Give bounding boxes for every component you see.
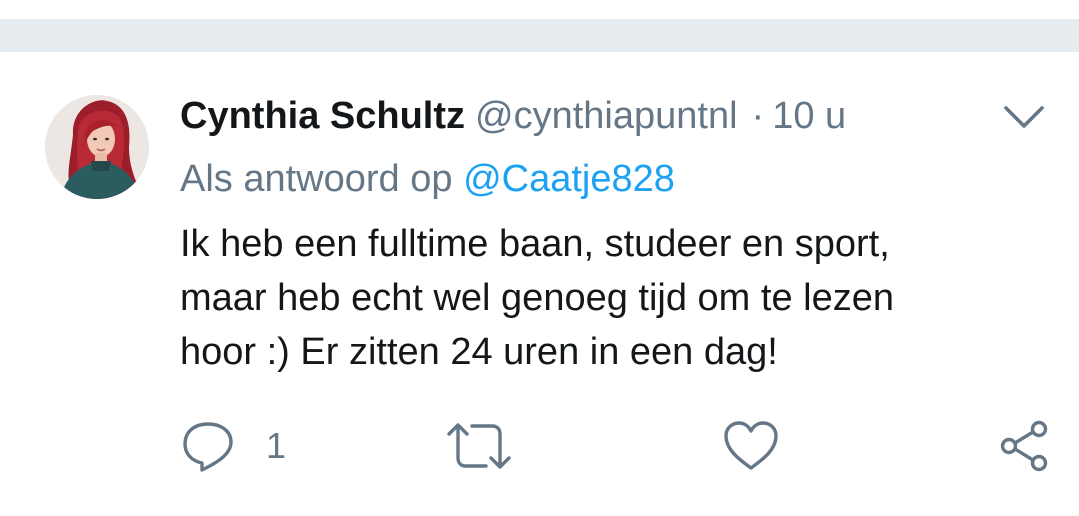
tweet-header: Cynthia Schultz @cynthiapuntnl · 10 u [180, 93, 846, 139]
reply-context: Als antwoord op @Caatje828 [180, 156, 675, 202]
header-separator: · [751, 95, 765, 137]
tweet-text-line: maar heb echt wel genoeg tijd om te leze… [180, 277, 894, 319]
timeline-separator [0, 19, 1079, 52]
tweet-page: Cynthia Schultz @cynthiapuntnl · 10 u Als a… [0, 0, 1079, 516]
display-name[interactable]: Cynthia Schultz [180, 95, 465, 137]
reply-button[interactable]: 1 [180, 418, 286, 474]
tweet-text-line: hoor :) Er zitten 24 uren in een dag! [180, 331, 778, 373]
avatar-image [45, 95, 149, 199]
reply-icon [183, 422, 233, 472]
tweet-text: Ik heb een fulltime baan, studeer en spo… [180, 217, 1000, 379]
tweet-text-line: Ik heb een fulltime baan, studeer en spo… [180, 223, 890, 265]
like-button[interactable] [722, 418, 780, 474]
chevron-down-icon [1004, 106, 1044, 128]
like-icon [724, 421, 778, 470]
share-icon [1000, 420, 1048, 472]
share-button[interactable] [998, 418, 1054, 474]
tweet-menu-button[interactable] [1000, 98, 1048, 138]
timestamp[interactable]: 10 u [772, 95, 846, 137]
reply-prefix: Als antwoord op [180, 158, 453, 200]
user-handle[interactable]: @cynthiapuntnl [475, 95, 738, 137]
reply-count: 1 [266, 425, 287, 466]
retweet-icon [447, 423, 511, 469]
retweet-button[interactable] [446, 418, 512, 474]
avatar[interactable] [45, 95, 149, 199]
reply-mention-link[interactable]: @Caatje828 [463, 158, 675, 200]
